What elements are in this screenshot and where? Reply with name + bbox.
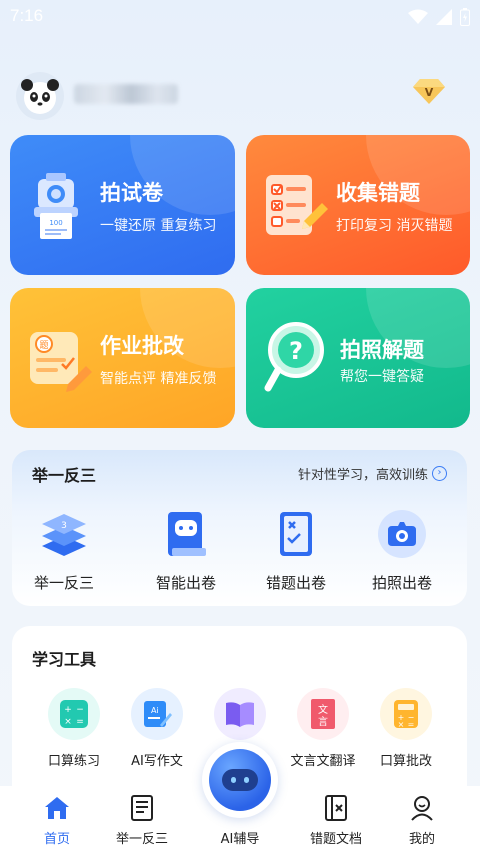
ai-robot-icon <box>222 769 258 791</box>
card-subtitle: 帮您一键答疑 <box>340 369 424 385</box>
practice-item-label: 智能出卷 <box>155 574 216 592</box>
ai-tutor-button[interactable] <box>202 742 278 818</box>
practice-item-label: 错题出卷 <box>265 574 326 592</box>
card-title: 拍试卷 <box>100 181 163 205</box>
wifi-icon <box>408 9 428 24</box>
card-subtitle: 智能点评 精准反馈 <box>100 371 217 387</box>
nav-label: 首页 <box>43 832 70 847</box>
robot-book-icon <box>168 512 206 556</box>
nav-mine[interactable]: 我的 <box>374 794 470 847</box>
nav-home[interactable]: 首页 <box>9 794 105 847</box>
nav-label: 我的 <box>408 832 435 847</box>
tool-classical-translate[interactable]: 文言 文言文翻译 <box>281 688 365 769</box>
chevron-right-icon: › <box>432 466 447 481</box>
panda-icon <box>21 79 59 114</box>
calculator-icon: + − × = <box>380 688 432 740</box>
svg-text:题: 题 <box>39 340 48 351</box>
tool-reading[interactable] <box>198 688 282 750</box>
svg-text:?: ? <box>289 337 303 365</box>
svg-text:=: = <box>408 720 415 729</box>
card-title: 拍照解题 <box>340 338 424 362</box>
card-photo-paper[interactable]: 100 拍试卷 一键还原 重复练习 <box>10 135 235 275</box>
stack-icon: 3 <box>42 514 86 556</box>
svg-text:−: − <box>76 705 84 715</box>
nav-wrong-docs[interactable]: 错题文档 <box>288 794 384 847</box>
svg-text:100: 100 <box>49 219 62 227</box>
tool-ai-write[interactable]: Ai AI写作文 <box>115 688 199 769</box>
signal-icon <box>436 9 452 25</box>
nav-analogy[interactable]: 举一反三 <box>94 794 190 847</box>
card-subtitle: 一键还原 重复练习 <box>100 218 217 234</box>
profile-icon <box>411 796 433 821</box>
calc-grid-icon: + − × = <box>48 688 100 740</box>
nav-label: AI辅导 <box>220 832 260 847</box>
home-icon <box>45 797 69 819</box>
homework-icon: 题 <box>30 332 92 392</box>
tool-oral-calc[interactable]: + − × = 口算练习 <box>32 688 116 769</box>
nav-label: 错题文档 <box>309 832 362 847</box>
camera-icon <box>378 510 426 558</box>
practice-item-label: 举一反三 <box>33 574 94 592</box>
avatar[interactable] <box>16 72 64 120</box>
classical-text-icon: 文言 <box>297 688 349 740</box>
svg-text:Ai: Ai <box>151 706 159 715</box>
tool-label: 口算批改 <box>379 754 432 769</box>
practice-panel-link[interactable]: 针对性学习，高效训练 › <box>298 464 447 483</box>
svg-text:×: × <box>64 717 72 727</box>
scanner-icon: 100 <box>34 173 78 239</box>
practice-panel-link-text: 针对性学习，高效训练 <box>297 468 428 483</box>
ai-write-icon: Ai <box>131 688 183 740</box>
svg-text:+: + <box>64 705 72 715</box>
card-title: 收集错题 <box>336 181 420 205</box>
vip-badge-text: V <box>425 86 434 99</box>
tool-label: 文言文翻译 <box>290 754 356 769</box>
checklist-pencil-icon <box>266 175 328 235</box>
card-title: 作业批改 <box>100 334 184 358</box>
card-photo-solve[interactable]: ? 拍照解题 帮您一键答疑 <box>246 288 470 428</box>
practice-item-photo-paper[interactable]: 拍照出卷 <box>354 506 450 593</box>
practice-panel-title: 举一反三 <box>32 466 97 485</box>
practice-panel: 举一反三 针对性学习，高效训练 › 3 举一反三 智能出卷 错题出卷 拍照出卷 <box>12 450 467 606</box>
vip-badge[interactable]: V <box>412 76 446 106</box>
card-subtitle: 打印复习 消灭错题 <box>336 218 453 234</box>
svg-text:×: × <box>398 720 405 729</box>
practice-item-error-paper[interactable]: 错题出卷 <box>248 506 344 593</box>
svg-text:文: 文 <box>318 703 328 716</box>
svg-text:3: 3 <box>61 521 67 531</box>
book-icon <box>214 688 266 740</box>
practice-item-label: 拍照出卷 <box>371 574 432 592</box>
username-blurred <box>74 84 178 104</box>
learning-tools-title: 学习工具 <box>32 650 97 669</box>
battery-icon <box>460 8 470 26</box>
diamond-icon: V <box>413 79 445 104</box>
tool-label: 口算练习 <box>47 754 100 769</box>
card-homework-check[interactable]: 题 作业批改 智能点评 精准反馈 <box>10 288 235 428</box>
practice-item-analogy[interactable]: 3 举一反三 <box>16 506 112 593</box>
practice-item-smart-paper[interactable]: 智能出卷 <box>138 506 234 593</box>
svg-text:言: 言 <box>318 715 328 728</box>
svg-text:=: = <box>76 717 84 727</box>
wrong-doc-icon <box>325 795 347 821</box>
status-time: 7:16 <box>10 6 44 25</box>
nav-label: 举一反三 <box>115 832 168 847</box>
document-icon <box>131 795 153 821</box>
tool-label: AI写作文 <box>131 754 183 769</box>
magnifier-question-icon: ? <box>264 322 324 392</box>
card-collect-errors[interactable]: 收集错题 打印复习 消灭错题 <box>246 135 470 275</box>
status-icons <box>408 8 470 26</box>
tool-oral-calc-check[interactable]: + − × = 口算批改 <box>364 688 448 769</box>
checklist-icon <box>280 512 312 556</box>
status-bar: 7:16 <box>0 0 480 34</box>
